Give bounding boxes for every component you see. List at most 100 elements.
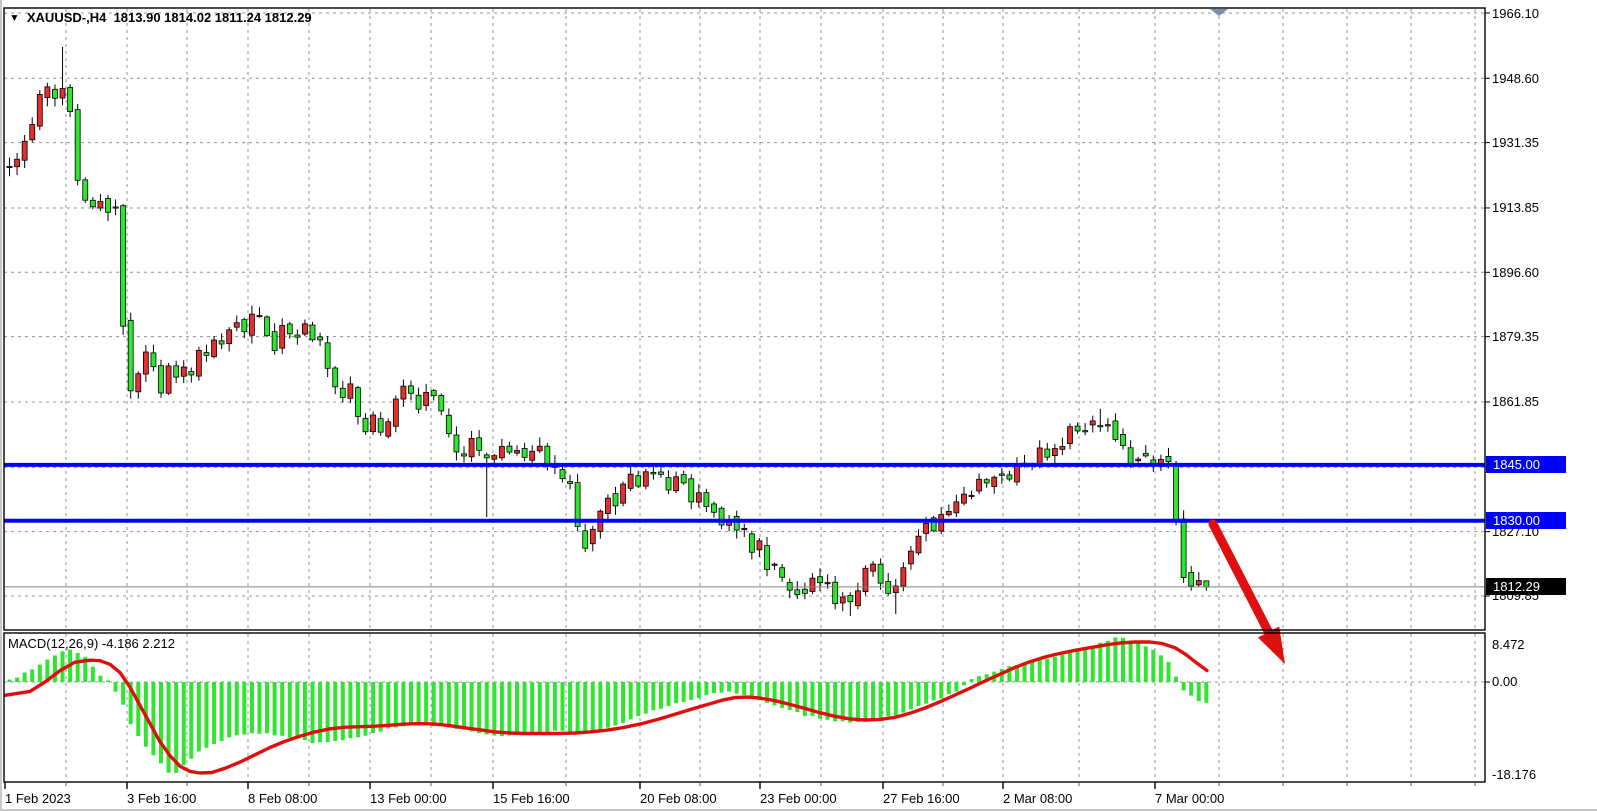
macd-histogram-bar [507, 682, 511, 736]
time-axis-label: 1 Feb 2023 [5, 790, 71, 807]
candle-body [1037, 448, 1042, 465]
candle-body [613, 494, 618, 506]
macd-histogram-bar [947, 682, 951, 694]
macd-histogram-bar [621, 682, 625, 723]
trend-arrow[interactable] [1213, 524, 1285, 664]
chart-canvas[interactable] [0, 0, 1597, 811]
macd-histogram-bar [727, 682, 731, 692]
price-axis-label: 1896.60 [1492, 264, 1539, 281]
candle-body [901, 568, 906, 586]
candle-body [196, 350, 201, 376]
macd-histogram-bar [909, 682, 913, 709]
chart-window: ▼ XAUUSD-,H4 1813.90 1814.02 1811.24 1812… [0, 0, 1597, 811]
macd-histogram-bar [614, 682, 618, 725]
candle-body [1174, 464, 1179, 522]
candle-body [1045, 449, 1050, 457]
candle-body [749, 534, 754, 552]
price-axis-label: 1879.35 [1492, 328, 1539, 345]
macd-histogram-bar [189, 682, 193, 759]
candle-body [22, 141, 27, 160]
macd-histogram-bar [91, 667, 95, 682]
macd-histogram-bar [1197, 682, 1201, 701]
chart-shift-marker-icon[interactable] [1210, 9, 1228, 16]
macd-histogram-bar [735, 682, 739, 694]
macd-histogram-bar [523, 682, 527, 735]
macd-histogram-bar [76, 653, 80, 682]
candle-body [522, 448, 527, 457]
candle-body [393, 399, 398, 426]
macd-histogram-bar [477, 682, 481, 733]
candle-body [1166, 456, 1171, 461]
macd-histogram-bar [932, 682, 936, 700]
candle-body [15, 159, 20, 166]
candle-body [916, 536, 921, 553]
candle-body [1075, 426, 1080, 431]
candle-body [871, 564, 876, 571]
price-axis-label: 1931.35 [1492, 134, 1539, 151]
macd-pane[interactable] [4, 634, 1485, 781]
macd-histogram-bar [212, 682, 216, 744]
macd-histogram-bar [1204, 682, 1208, 703]
candle-body [219, 341, 224, 344]
candle-body [272, 332, 277, 351]
macd-histogram-bar [1060, 655, 1064, 682]
macd-axis-top-label: 8.472 [1492, 636, 1525, 653]
ohlc-quotes-label: 1813.90 1814.02 1811.24 1812.29 [114, 10, 312, 25]
candle-body [7, 166, 12, 167]
main-pane[interactable] [4, 9, 1485, 629]
macd-histogram-bar [280, 682, 284, 736]
candle-body [469, 438, 474, 456]
candle-body [249, 314, 254, 335]
candle-body [772, 564, 777, 565]
macd-histogram-bar [954, 682, 958, 691]
candle-body [1083, 431, 1088, 432]
macd-histogram-bar [1144, 646, 1148, 682]
time-axis-label: 15 Feb 16:00 [493, 790, 570, 807]
macd-pane-border [4, 633, 1485, 782]
candle-body [643, 472, 648, 486]
macd-histogram-bar [742, 682, 746, 695]
candle-body [863, 568, 868, 591]
macd-histogram-bar [629, 682, 633, 719]
candle-body [1204, 581, 1209, 587]
symbol-period-label: XAUUSD-,H4 [27, 10, 106, 25]
macd-histogram-bar [1182, 682, 1186, 690]
macd-histogram-bar [917, 682, 921, 706]
price-axis-label: 1913.85 [1492, 199, 1539, 216]
candle-body [477, 438, 482, 451]
macd-histogram-bar [863, 682, 867, 721]
candle-body [568, 482, 573, 484]
candle-body [886, 581, 891, 593]
macd-histogram-bar [704, 682, 708, 695]
time-axis[interactable]: 1 Feb 20233 Feb 16:008 Feb 08:0013 Feb 0… [0, 783, 1597, 808]
candle-body [363, 418, 368, 431]
candle-body [136, 374, 141, 392]
candle-body [462, 454, 467, 456]
macd-histogram-bar [697, 682, 701, 698]
symbol-dropdown-icon[interactable]: ▼ [9, 12, 19, 24]
time-axis-label: 3 Feb 16:00 [127, 790, 196, 807]
candle-body [68, 88, 73, 112]
macd-histogram-bar [1106, 641, 1110, 682]
macd-histogram-bar [1151, 650, 1155, 682]
macd-histogram-bar [583, 682, 587, 734]
macd-histogram-bar [644, 682, 648, 714]
candle-body [802, 589, 807, 593]
candle-body [499, 446, 504, 457]
candle-body [295, 335, 300, 337]
macd-histogram-bar [447, 682, 451, 728]
macd-histogram-bar [894, 682, 898, 716]
candle-body [83, 180, 88, 200]
candle-body [159, 366, 164, 393]
macd-histogram-bar [159, 682, 163, 763]
candle-body [999, 474, 1004, 475]
macd-histogram-bar [356, 682, 360, 737]
candle-body [969, 495, 974, 496]
price-axis[interactable]: 1966.101948.601931.351913.851896.601879.… [1486, 0, 1597, 783]
macd-histogram-bar [23, 673, 27, 682]
candle-body [280, 325, 285, 348]
time-axis-label: 23 Feb 00:00 [760, 790, 837, 807]
macd-histogram-bar [265, 682, 269, 733]
macd-histogram-bar [333, 682, 337, 741]
candle-body [946, 511, 951, 514]
